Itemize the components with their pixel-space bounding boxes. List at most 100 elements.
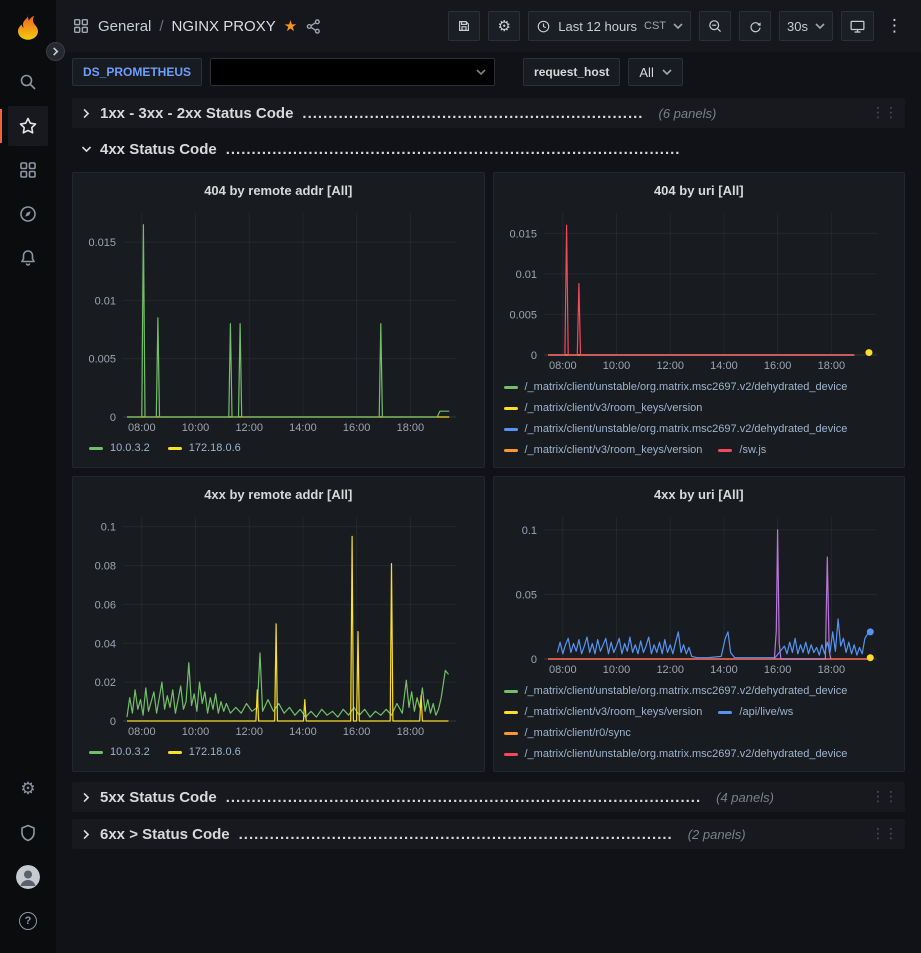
row-drag-handle[interactable]: ⋮⋮ — [871, 789, 897, 805]
sidebar-item-dashboards[interactable] — [8, 150, 48, 190]
svg-text:10:00: 10:00 — [182, 422, 210, 434]
refresh-interval-label: 30s — [787, 19, 808, 34]
dashboard-settings-button[interactable]: ⚙ — [488, 11, 520, 41]
request-host-variable-label[interactable]: request_host — [523, 58, 620, 86]
topbar-right: ⚙ Last 12 hours CST — [448, 11, 907, 41]
time-series-chart[interactable]: 08:0010:0012:0014:0016:0018:0000.0050.01… — [502, 203, 897, 373]
dashboard-title[interactable]: NGINX PROXY — [172, 18, 276, 35]
chart-canvas[interactable]: 08:0010:0012:0014:0016:0018:0000.020.040… — [81, 507, 476, 739]
legend-item[interactable]: /_matrix/client/unstable/org.matrix.msc2… — [504, 744, 848, 765]
legend-series-label: /_matrix/client/unstable/org.matrix.msc2… — [525, 377, 848, 398]
chevron-down-icon — [476, 68, 486, 76]
datasource-select[interactable] — [210, 58, 495, 86]
share-icon[interactable] — [305, 18, 322, 35]
chart-canvas[interactable]: 08:0010:0012:0014:0016:0018:0000.0050.01… — [502, 203, 897, 373]
row-drag-handle[interactable]: ⋮⋮ — [871, 826, 897, 842]
legend-series-label: /_matrix/client/r0/sync — [525, 723, 631, 744]
panel-4xx-by-remote-addr: 4xx by remote addr [All] 08:0010:0012:00… — [72, 476, 485, 772]
chart-canvas[interactable]: 08:0010:0012:0014:0016:0018:0000.050.1 — [502, 507, 897, 677]
datasource-variable-label[interactable]: DS_PROMETHEUS — [72, 58, 202, 86]
svg-text:0.005: 0.005 — [88, 354, 116, 366]
row-header-1xx-3xx-2xx[interactable]: 1xx - 3xx - 2xx Status Code.............… — [72, 98, 905, 128]
time-range-picker[interactable]: Last 12 hours CST — [528, 11, 691, 41]
avatar — [16, 865, 40, 889]
time-series-chart[interactable]: 08:0010:0012:0014:0016:0018:0000.0050.01… — [81, 203, 476, 435]
row-drag-handle[interactable]: ⋮⋮ — [871, 105, 897, 121]
grafana-logo[interactable] — [11, 10, 45, 44]
sidebar-item-profile[interactable] — [8, 857, 48, 897]
gear-icon: ⚙ — [20, 779, 35, 799]
save-dashboard-button[interactable] — [448, 11, 480, 41]
sidebar-item-search[interactable] — [8, 62, 48, 102]
chart-canvas[interactable]: 08:0010:0012:0014:0016:0018:0000.0050.01… — [81, 203, 476, 435]
svg-text:0.1: 0.1 — [101, 522, 116, 534]
chevron-down-icon — [815, 22, 825, 30]
legend-item[interactable]: 172.18.0.6 — [168, 438, 241, 459]
kebab-menu-icon[interactable]: ⋮ — [882, 16, 907, 36]
grafana-app: ⚙ ? — [0, 0, 921, 953]
sidebar-expand-button[interactable] — [46, 42, 65, 61]
svg-text:0: 0 — [110, 716, 116, 728]
legend-item[interactable]: /_matrix/client/v3/room_keys/version — [504, 702, 703, 723]
svg-text:0: 0 — [530, 654, 536, 666]
gear-icon: ⚙ — [498, 17, 511, 35]
sidebar-item-explore[interactable] — [8, 194, 48, 234]
legend-series-color — [718, 449, 732, 452]
row-header-6xx[interactable]: 6xx > Status Code.......................… — [72, 819, 905, 849]
help-icon: ? — [19, 912, 37, 930]
search-icon — [18, 72, 38, 92]
legend-item[interactable]: /sw.js — [718, 440, 766, 461]
zoom-out-icon — [707, 18, 723, 34]
panel-4xx-by-uri: 4xx by uri [All] 08:0010:0012:0014:0016:… — [493, 476, 906, 772]
sidebar-item-server-admin[interactable] — [8, 813, 48, 853]
legend-series-label: /_matrix/client/v3/room_keys/version — [525, 702, 703, 723]
time-series-chart[interactable]: 08:0010:0012:0014:0016:0018:0000.050.1 — [502, 507, 897, 677]
legend-item[interactable]: /api/live/ws — [718, 702, 793, 723]
request-host-select[interactable]: All — [628, 58, 682, 86]
legend-item[interactable]: 172.18.0.6 — [168, 742, 241, 763]
breadcrumb-separator: / — [159, 18, 163, 35]
legend-item[interactable]: /_matrix/client/unstable/org.matrix.msc2… — [504, 377, 848, 398]
legend-series-color — [89, 751, 103, 754]
sidebar-item-alerting[interactable] — [8, 238, 48, 278]
legend-item[interactable]: /_matrix/client/v3/room_keys/version — [504, 398, 703, 419]
legend-item[interactable]: /_matrix/client/unstable/org.matrix.msc2… — [504, 419, 848, 440]
row-header-5xx[interactable]: 5xx Status Code.........................… — [72, 782, 905, 812]
svg-text:18:00: 18:00 — [397, 726, 425, 738]
time-series-chart[interactable]: 08:0010:0012:0014:0016:0018:0000.020.040… — [81, 507, 476, 739]
legend-item[interactable]: 10.0.3.2 — [89, 438, 150, 459]
row-header-4xx[interactable]: 4xx Status Code.........................… — [72, 134, 905, 164]
svg-text:14:00: 14:00 — [289, 726, 317, 738]
sidebar-item-starred[interactable] — [8, 106, 48, 146]
svg-text:16:00: 16:00 — [343, 422, 371, 434]
sidebar-item-help[interactable]: ? — [8, 901, 48, 941]
legend-item[interactable]: /_matrix/client/v3/room_keys/version — [504, 440, 703, 461]
refresh-button[interactable] — [739, 11, 771, 41]
panel-title[interactable]: 4xx by remote addr [All] — [81, 482, 476, 507]
legend-item[interactable]: 10.0.3.2 — [89, 742, 150, 763]
sidebar-item-configuration[interactable]: ⚙ — [8, 769, 48, 809]
refresh-interval-picker[interactable]: 30s — [779, 11, 833, 41]
panel-title[interactable]: 404 by remote addr [All] — [81, 178, 476, 203]
chevron-right-icon — [80, 828, 93, 841]
svg-text:0.015: 0.015 — [509, 228, 537, 240]
legend-item[interactable]: /_matrix/client/r0/sync — [504, 723, 631, 744]
panel-title[interactable]: 4xx by uri [All] — [502, 482, 897, 507]
apps-grid-icon[interactable] — [72, 17, 90, 35]
legend-item[interactable]: /_matrix/client/unstable/org.matrix.msc2… — [504, 681, 848, 702]
svg-text:0: 0 — [110, 412, 116, 424]
svg-text:14:00: 14:00 — [710, 664, 738, 676]
dashboard-content: 1xx - 3xx - 2xx Status Code.............… — [56, 92, 921, 953]
panel-title[interactable]: 404 by uri [All] — [502, 178, 897, 203]
sidebar: ⚙ ? — [0, 0, 56, 953]
legend-series-label: /_matrix/client/v3/room_keys/version — [525, 440, 703, 461]
zoom-out-button[interactable] — [699, 11, 731, 41]
breadcrumb-folder[interactable]: General — [98, 18, 151, 35]
favorite-star-icon[interactable]: ★ — [284, 19, 297, 34]
svg-text:0.06: 0.06 — [95, 599, 116, 611]
panel-404-by-uri: 404 by uri [All] 08:0010:0012:0014:0016:… — [493, 172, 906, 468]
row-title: 5xx Status Code — [100, 789, 217, 806]
row-dots: ........................................… — [239, 826, 673, 843]
breadcrumb: General / NGINX PROXY — [98, 18, 276, 35]
tv-mode-button[interactable] — [841, 11, 874, 41]
